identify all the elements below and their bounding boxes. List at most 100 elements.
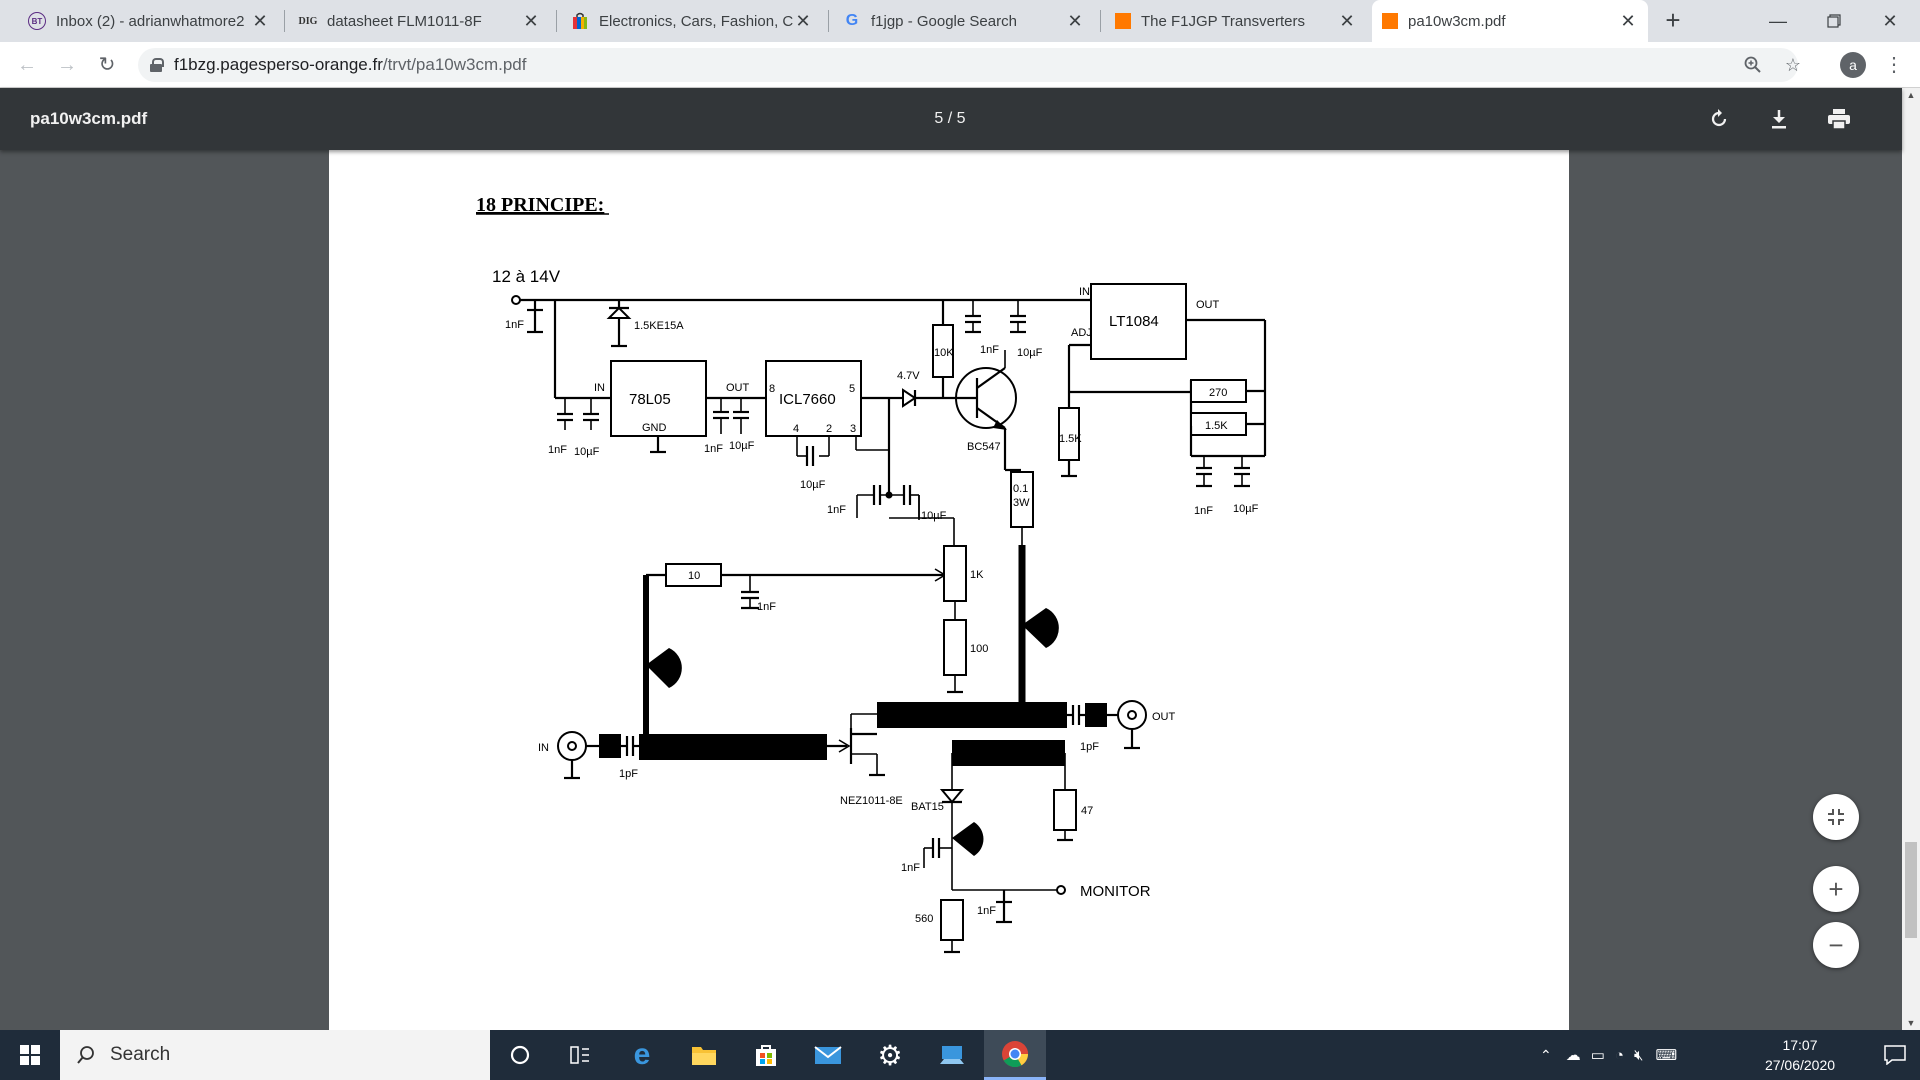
search-placeholder: Search [110, 1044, 171, 1065]
mail-icon[interactable] [798, 1030, 858, 1080]
part-label: 1.5K [1059, 433, 1082, 445]
rotate-icon[interactable] [1704, 104, 1734, 134]
address-bar[interactable]: f1bzg.pagesperso-orange.fr/trvt/pa10w3cm… [138, 48, 1801, 82]
tab-title: f1jgp - Google Search [871, 12, 1017, 30]
schematic: .w { stroke:#000; stroke-width:2.2; fill… [476, 194, 1267, 954]
fit-page-button[interactable] [1813, 794, 1859, 840]
close-window-button[interactable]: ✕ [1862, 0, 1918, 42]
part-label: 1nF [977, 905, 996, 917]
cortana-icon[interactable] [490, 1030, 550, 1080]
zoom-in-button[interactable]: + [1813, 866, 1859, 912]
part-label: 10µF [1017, 347, 1043, 359]
tab-title: datasheet FLM1011-8F [327, 12, 482, 30]
close-icon[interactable]: ✕ [793, 11, 813, 32]
part-label: 10µF [1233, 503, 1259, 515]
restore-button[interactable] [1806, 0, 1862, 42]
taskbar: Search e ⚙ ⌃ ☁ ▭ ◔ 🔇︎ ⌨ 17:07 27/06/2020 [0, 1030, 1920, 1080]
tab-strip: BT Inbox (2) - adrianwhatmore2 ✕ DIG dat… [0, 0, 1920, 42]
google-icon: G [845, 12, 859, 29]
store-icon[interactable] [736, 1030, 796, 1080]
navigation-bar: ← → ↻ f1bzg.pagesperso-orange.fr/trvt/pa… [0, 42, 1920, 88]
clock-date: 27/06/2020 [1764, 1057, 1836, 1073]
out-label: OUT [1152, 711, 1176, 723]
bt-icon: BT [28, 12, 46, 30]
part-label: 270 [1209, 387, 1227, 399]
part-label: 1pF [619, 768, 638, 780]
windows-start-icon[interactable] [0, 1030, 60, 1080]
url-host: f1bzg.pagesperso-orange.fr [174, 55, 383, 74]
clock-time: 17:07 [1782, 1037, 1818, 1053]
minimize-button[interactable]: — [1750, 0, 1806, 42]
chevron-up-icon[interactable]: ⌃ [1540, 1047, 1552, 1064]
tab-inbox[interactable]: BT Inbox (2) - adrianwhatmore2 ✕ [18, 0, 280, 42]
part-label: 1nF [901, 862, 920, 874]
tab-pdf[interactable]: pa10w3cm.pdf ✕ [1372, 0, 1648, 42]
network-icon[interactable]: ◔ [1615, 1047, 1624, 1064]
avatar[interactable]: a [1840, 52, 1866, 78]
pdf-filename: pa10w3cm.pdf [30, 109, 148, 128]
part-label: 10 [688, 570, 700, 582]
tab-title: Inbox (2) - adrianwhatmore2 [56, 12, 245, 30]
file-explorer-icon[interactable] [674, 1030, 734, 1080]
tab-ebay[interactable]: Electronics, Cars, Fashion, Co ✕ [561, 0, 823, 42]
schematic-heading: 18 PRINCIPE: [476, 194, 604, 216]
back-button[interactable]: ← [12, 50, 42, 80]
part-label: 10K [934, 347, 954, 359]
notifications-icon[interactable] [1870, 1030, 1920, 1080]
dig-icon: DIG [298, 15, 318, 27]
star-icon[interactable]: ☆ [1778, 48, 1808, 82]
zoom-out-button[interactable]: − [1813, 922, 1859, 968]
part-label: ADJ [1071, 327, 1092, 339]
part-label: IN [1079, 286, 1090, 298]
close-icon[interactable]: ✕ [1618, 11, 1638, 32]
tab-google[interactable]: G f1jgp - Google Search ✕ [833, 0, 1095, 42]
print-icon[interactable] [1824, 104, 1854, 134]
part-label: 10µF [800, 479, 826, 491]
part-label: 4 [793, 423, 799, 435]
edge-icon[interactable]: e [612, 1030, 672, 1080]
reload-button[interactable]: ↻ [92, 50, 122, 80]
part-label: 560 [915, 913, 933, 925]
part-label: OUT [726, 382, 750, 394]
part-label: 100 [970, 643, 988, 655]
scrollbar[interactable]: ▲ ▼ [1902, 88, 1920, 1030]
part-label: 4.7V [897, 370, 920, 382]
close-icon[interactable]: ✕ [1337, 11, 1357, 32]
part-label: 10µF [729, 440, 755, 452]
close-icon[interactable]: ✕ [521, 11, 541, 32]
part-label: 47 [1081, 805, 1093, 817]
task-view-icon[interactable] [550, 1030, 610, 1080]
part-label: LT1084 [1109, 313, 1159, 330]
pdf-page: .w { stroke:#000; stroke-width:2.2; fill… [329, 150, 1569, 1030]
tab-transverters[interactable]: The F1JGP Transverters ✕ [1105, 0, 1367, 42]
forward-button[interactable]: → [52, 50, 82, 80]
tab-datasheet[interactable]: DIG datasheet FLM1011-8F ✕ [289, 0, 551, 42]
part-label: 1.5KE15A [634, 320, 684, 332]
part-label: 2 [826, 423, 832, 435]
settings-gear-icon[interactable]: ⚙ [860, 1030, 920, 1080]
chrome-icon[interactable] [984, 1030, 1046, 1080]
scroll-down-icon[interactable]: ▼ [1902, 1016, 1920, 1030]
clock[interactable]: 17:07 27/06/2020 [1740, 1035, 1860, 1075]
scroll-up-icon[interactable]: ▲ [1902, 88, 1920, 102]
new-tab-button[interactable]: + [1658, 6, 1688, 36]
part-label: 8 [769, 383, 775, 395]
battery-icon[interactable]: ▭ [1591, 1046, 1605, 1064]
menu-icon[interactable]: ⋮ [1882, 50, 1906, 80]
keyboard-icon[interactable]: ⌨ [1655, 1046, 1677, 1064]
part-label: NEZ1011-8E [840, 795, 903, 807]
taskbar-search[interactable]: Search [60, 1030, 490, 1080]
close-icon[interactable]: ✕ [250, 11, 270, 32]
pdf-toolbar: pa10w3cm.pdf 5 / 5 [0, 88, 1902, 150]
part-label: 10µF [574, 446, 600, 458]
close-icon[interactable]: ✕ [1065, 11, 1085, 32]
volume-icon[interactable]: 🔇︎ [1634, 1047, 1643, 1064]
part-label: 1.5K [1205, 420, 1228, 432]
scroll-thumb[interactable] [1905, 842, 1917, 938]
onedrive-icon[interactable]: ☁ [1566, 1046, 1581, 1064]
page-indicator: 5 / 5 [934, 110, 966, 127]
zoom-icon[interactable] [1738, 48, 1768, 82]
remote-desktop-icon[interactable] [922, 1030, 982, 1080]
part-label: 1nF [704, 443, 723, 455]
download-icon[interactable] [1764, 104, 1794, 134]
